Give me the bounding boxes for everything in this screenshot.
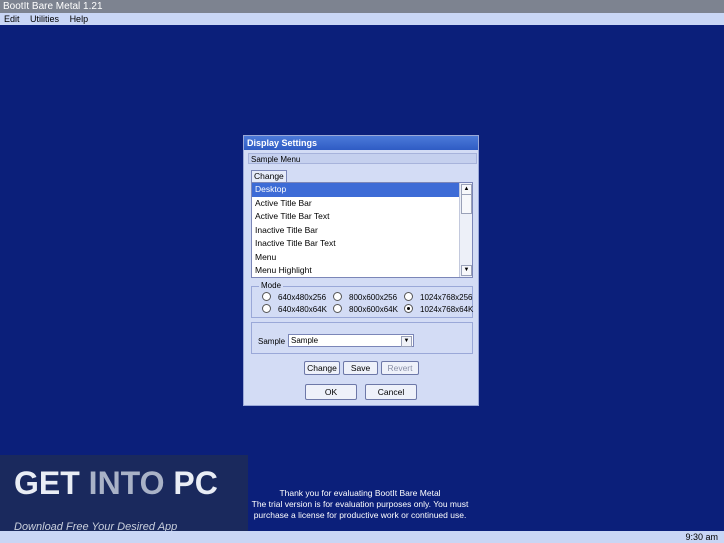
sample-select-value: Sample bbox=[291, 336, 319, 345]
notice-line-1: Thank you for evaluating BootIt Bare Met… bbox=[279, 488, 441, 498]
sample-menu-bar[interactable]: Sample Menu bbox=[248, 153, 477, 164]
watermark-get: GET bbox=[14, 465, 89, 501]
element-listbox[interactable]: Desktop Active Title Bar Active Title Ba… bbox=[251, 182, 473, 278]
menu-edit[interactable]: Edit bbox=[4, 14, 20, 24]
cancel-button[interactable]: Cancel bbox=[365, 384, 417, 400]
mode-radio-800x600x64k[interactable]: 800x600x64K bbox=[333, 304, 398, 315]
mode-label: 1024x768x64K bbox=[420, 305, 474, 314]
mode-label: 640x480x64K bbox=[278, 305, 327, 314]
list-item[interactable]: Menu bbox=[252, 251, 460, 265]
menu-help[interactable]: Help bbox=[70, 14, 89, 24]
mode-label: 800x600x256 bbox=[349, 293, 398, 302]
display-settings-dialog: Display Settings Sample Menu Change Desk… bbox=[243, 135, 479, 406]
radio-icon bbox=[262, 304, 271, 314]
watermark-into: INTO bbox=[88, 465, 165, 501]
app-title: BootIt Bare Metal 1.21 bbox=[3, 1, 103, 12]
revert-button[interactable]: Revert bbox=[381, 361, 419, 375]
status-bar: 9:30 am bbox=[0, 531, 724, 543]
chevron-down-icon[interactable]: ▼ bbox=[401, 336, 412, 347]
change-button[interactable]: Change bbox=[304, 361, 340, 375]
mode-radio-1024x768x256[interactable]: 1024x768x256 bbox=[404, 292, 473, 303]
mode-radio-800x600x256[interactable]: 800x600x256 bbox=[333, 292, 398, 303]
app-title-bar: BootIt Bare Metal 1.21 bbox=[0, 0, 724, 13]
watermark-title: GET INTO PC bbox=[14, 465, 218, 502]
radio-icon bbox=[333, 292, 342, 302]
scroll-down-icon[interactable]: ▼ bbox=[461, 265, 472, 276]
clock: 9:30 am bbox=[685, 532, 718, 542]
list-item[interactable]: Active Title Bar Text bbox=[252, 210, 460, 224]
mode-radio-1024x768x64k[interactable]: 1024x768x64K bbox=[404, 304, 474, 315]
mode-label: 640x480x256 bbox=[278, 293, 327, 302]
list-item[interactable]: Inactive Title Bar bbox=[252, 224, 460, 238]
list-item[interactable]: Menu Highlight bbox=[252, 264, 460, 277]
mode-label: 800x600x64K bbox=[349, 305, 398, 314]
trial-notice: Thank you for evaluating BootIt Bare Met… bbox=[250, 488, 470, 521]
notice-line-3: purchase a license for productive work o… bbox=[253, 510, 467, 520]
notice-line-2: The trial version is for evaluation purp… bbox=[251, 499, 469, 509]
mode-radio-640x480x64k[interactable]: 640x480x64K bbox=[262, 304, 327, 315]
sample-select[interactable]: Sample ▼ bbox=[288, 334, 414, 347]
radio-icon bbox=[404, 292, 413, 302]
watermark-logo: GET INTO PC Download Free Your Desired A… bbox=[0, 455, 248, 543]
list-scrollbar[interactable]: ▲ ▼ bbox=[459, 183, 472, 277]
mode-radio-640x480x256[interactable]: 640x480x256 bbox=[262, 292, 327, 303]
mode-legend: Mode bbox=[259, 281, 284, 290]
sample-label: Sample bbox=[258, 337, 286, 346]
list-item[interactable]: Inactive Title Bar Text bbox=[252, 237, 460, 251]
radio-selected-icon bbox=[404, 304, 413, 314]
mode-group: Mode 640x480x256 800x600x256 1024x768x25… bbox=[251, 281, 474, 318]
save-button[interactable]: Save bbox=[343, 361, 378, 375]
menu-utilities[interactable]: Utilities bbox=[30, 14, 59, 24]
menu-bar: Edit Utilities Help bbox=[0, 13, 724, 25]
list-item-desktop[interactable]: Desktop bbox=[252, 183, 460, 197]
mode-label: 1024x768x256 bbox=[420, 293, 473, 302]
scroll-thumb[interactable] bbox=[461, 194, 472, 214]
radio-icon bbox=[333, 304, 342, 314]
watermark-pc: PC bbox=[164, 465, 218, 501]
list-item[interactable]: Active Title Bar bbox=[252, 197, 460, 211]
radio-icon bbox=[262, 292, 271, 302]
dialog-title: Display Settings bbox=[244, 136, 478, 150]
ok-button[interactable]: OK bbox=[305, 384, 357, 400]
sample-group: Sample Sample ▼ bbox=[251, 322, 473, 354]
